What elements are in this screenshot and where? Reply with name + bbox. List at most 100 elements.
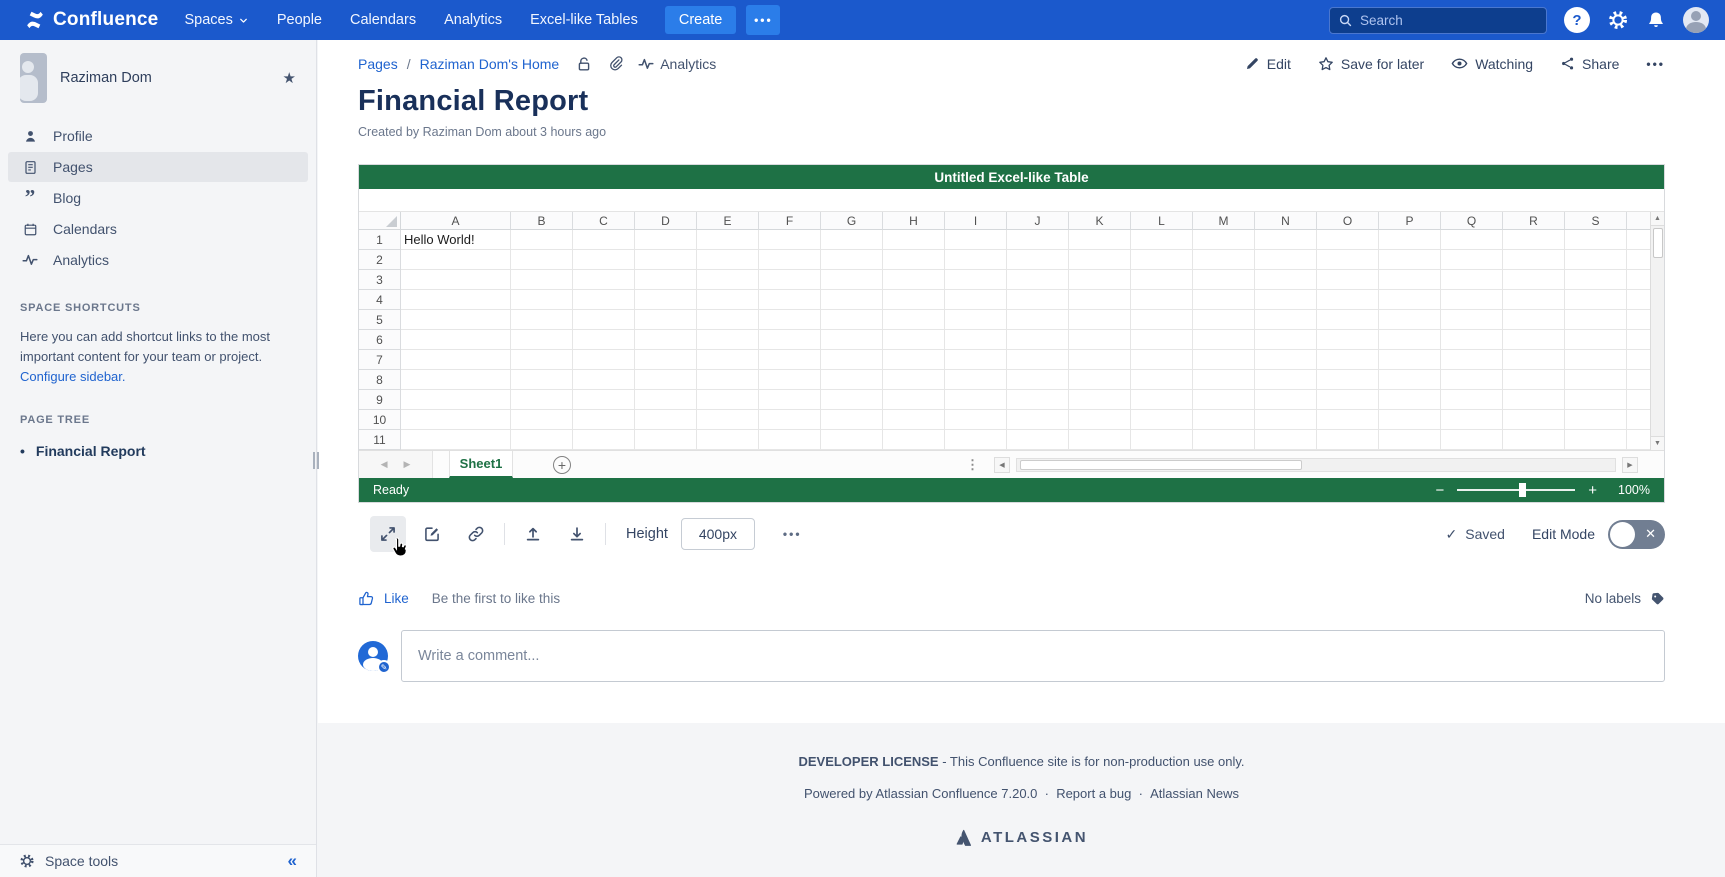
sheet-cell[interactable] (1131, 350, 1193, 370)
zoom-in-icon[interactable]: + (1588, 483, 1597, 498)
sheet-cell[interactable] (1007, 250, 1069, 270)
upload-button[interactable] (515, 516, 551, 552)
scroll-down-icon[interactable]: ▼ (1651, 436, 1664, 450)
sheet-cell[interactable] (1565, 330, 1627, 350)
sheet-cell[interactable] (697, 370, 759, 390)
sheet-cell[interactable] (401, 390, 511, 410)
sheet-cell[interactable] (1379, 350, 1441, 370)
sheet-cell[interactable] (1441, 310, 1503, 330)
column-header[interactable]: O (1317, 212, 1379, 230)
attachment-paperclip-icon[interactable] (607, 56, 623, 72)
zoom-out-icon[interactable]: − (1435, 483, 1444, 498)
row-header[interactable]: 10 (359, 410, 401, 430)
breadcrumb-pages[interactable]: Pages (358, 56, 398, 72)
sheet-cell[interactable] (635, 230, 697, 250)
row-header[interactable]: 2 (359, 250, 401, 270)
sheet-cell[interactable] (1193, 350, 1255, 370)
sheet-cell[interactable] (1193, 310, 1255, 330)
sheet-cell[interactable] (759, 330, 821, 350)
sheet-cell[interactable] (1193, 230, 1255, 250)
sheet-cell[interactable] (1007, 270, 1069, 290)
sheet-cell[interactable] (1255, 270, 1317, 290)
sheet-cell[interactable] (1565, 230, 1627, 250)
sheet-cell[interactable] (1317, 330, 1379, 350)
sheet-cell[interactable] (1565, 270, 1627, 290)
sheet-cell[interactable] (1007, 330, 1069, 350)
sheet-cell[interactable] (511, 270, 573, 290)
nav-item-people[interactable]: People (277, 12, 322, 28)
add-sheet-icon[interactable]: + (553, 456, 571, 474)
like-button[interactable]: Like (358, 590, 409, 607)
sheet-cell[interactable] (759, 350, 821, 370)
page-more-button[interactable]: ••• (1646, 58, 1665, 70)
column-header[interactable]: H (883, 212, 945, 230)
sheet-cell[interactable] (759, 290, 821, 310)
sheet-cell[interactable] (1503, 230, 1565, 250)
sheet-cell[interactable] (945, 410, 1007, 430)
create-button[interactable]: Create (665, 6, 737, 34)
sheet-cell[interactable] (821, 290, 883, 310)
sheet-cell[interactable] (1317, 430, 1379, 450)
sheet-cell[interactable] (573, 430, 635, 450)
sheet-cell[interactable] (697, 310, 759, 330)
sheet-cell[interactable] (401, 370, 511, 390)
watching-button[interactable]: Watching (1451, 55, 1533, 72)
nav-item-analytics[interactable]: Analytics (444, 12, 502, 28)
row-header[interactable]: 3 (359, 270, 401, 290)
sidebar-resize-grip[interactable] (313, 452, 319, 469)
download-button[interactable] (559, 516, 595, 552)
sheet-cell[interactable] (1069, 270, 1131, 290)
prev-sheet-icon[interactable]: ◀ (381, 459, 388, 470)
sheet-cell[interactable] (697, 330, 759, 350)
page-tree-item-financial-report[interactable]: • Financial Report (20, 443, 296, 459)
sheet-cell[interactable] (1069, 430, 1131, 450)
sheet-cell[interactable] (883, 330, 945, 350)
sheet-cell[interactable] (635, 430, 697, 450)
horizontal-scroll-thumb[interactable] (1020, 460, 1302, 470)
sheet-cell[interactable]: Hello World! (401, 230, 511, 250)
sheet-cell[interactable] (697, 350, 759, 370)
sheet-cell[interactable] (821, 370, 883, 390)
sheet-cell[interactable] (883, 410, 945, 430)
sheet-cell[interactable] (1565, 310, 1627, 330)
sheet-cell[interactable] (511, 430, 573, 450)
edit-table-button[interactable] (414, 516, 450, 552)
sheet-cell[interactable] (401, 250, 511, 270)
sheet-cell[interactable] (511, 410, 573, 430)
save-for-later-button[interactable]: Save for later (1318, 56, 1424, 72)
labels-button[interactable]: No labels (1585, 591, 1665, 607)
sheet-cell[interactable] (401, 350, 511, 370)
search-box[interactable] (1329, 7, 1547, 34)
sheet-cell[interactable] (401, 430, 511, 450)
row-header[interactable]: 5 (359, 310, 401, 330)
sheet-cell[interactable] (573, 410, 635, 430)
sidebar-item-analytics[interactable]: Analytics (8, 245, 308, 275)
sheet-cell[interactable] (1255, 370, 1317, 390)
sheet-cell[interactable] (1131, 390, 1193, 410)
sheet-cell[interactable] (1503, 290, 1565, 310)
sheet-cell[interactable] (635, 270, 697, 290)
sheet-cell[interactable] (697, 290, 759, 310)
sheet-cell[interactable] (1441, 230, 1503, 250)
edit-button[interactable]: Edit (1245, 56, 1291, 72)
settings-gear-icon[interactable] (1607, 9, 1629, 31)
row-header[interactable]: 6 (359, 330, 401, 350)
sheet-cell[interactable] (1007, 230, 1069, 250)
sheet-cell[interactable] (697, 250, 759, 270)
space-tools-bar[interactable]: Space tools « (0, 844, 316, 877)
next-sheet-icon[interactable]: ▶ (404, 459, 411, 470)
sheet-cell[interactable] (1379, 390, 1441, 410)
user-avatar[interactable] (1683, 7, 1709, 33)
sheet-cell[interactable] (1317, 290, 1379, 310)
scroll-left-icon[interactable]: ◀ (994, 457, 1010, 473)
column-header[interactable]: C (573, 212, 635, 230)
row-header[interactable]: 9 (359, 390, 401, 410)
zoom-slider[interactable] (1457, 489, 1575, 491)
sheet-cell[interactable] (1379, 230, 1441, 250)
sheet-cell[interactable] (1441, 390, 1503, 410)
sheet-cell[interactable] (821, 310, 883, 330)
sheet-cell[interactable] (1069, 370, 1131, 390)
sheet-cell[interactable] (1255, 230, 1317, 250)
sheet-cell[interactable] (1565, 390, 1627, 410)
nav-item-calendars[interactable]: Calendars (350, 12, 416, 28)
